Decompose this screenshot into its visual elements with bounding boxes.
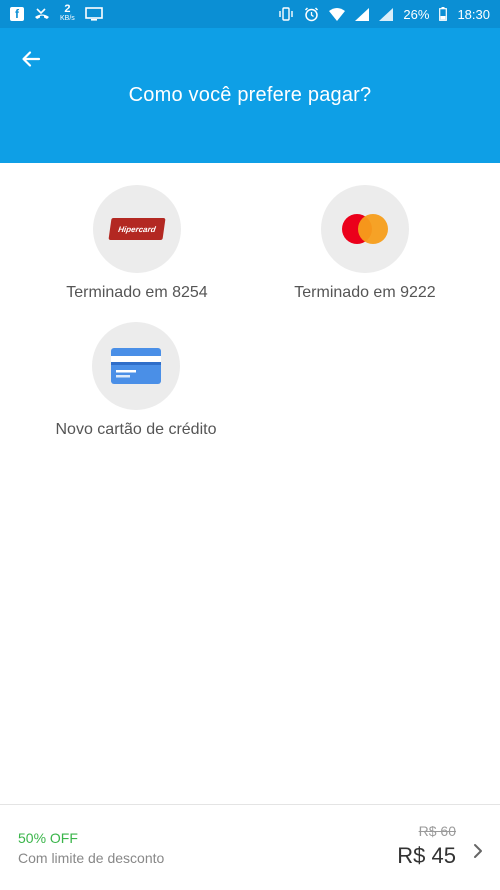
card-label: Terminado em 8254 (66, 284, 208, 301)
status-bar: f 2 KB/s 26% 18:30 (0, 0, 500, 28)
card-icon-circle (321, 185, 409, 273)
mastercard-orange-circle (358, 214, 388, 244)
price-footer[interactable]: 50% OFF Com limite de desconto R$ 60 R$ … (0, 804, 500, 890)
arrow-left-icon (22, 51, 41, 67)
cast-icon (84, 7, 103, 21)
alarm-icon (304, 6, 319, 22)
status-bar-left: f 2 KB/s (10, 3, 103, 23)
chevron-right-icon[interactable] (470, 841, 486, 861)
data-speed-unit: KB/s (60, 15, 75, 22)
data-speed-icon: 2 KB/s (60, 3, 75, 23)
payment-option-mastercard[interactable]: Terminado em 9222 (275, 185, 455, 302)
app-header: Como você prefere pagar? (0, 28, 500, 163)
signal-icon (355, 7, 370, 21)
new-card-label: Novo cartão de crédito (55, 421, 217, 438)
vibrate-icon (278, 7, 294, 21)
old-price: R$ 60 (418, 823, 456, 839)
wifi-icon (329, 7, 346, 21)
data-speed-number: 2 (64, 3, 71, 15)
battery-icon (439, 7, 448, 21)
missed-call-icon (34, 7, 50, 21)
new-price: R$ 45 (397, 843, 456, 868)
clock: 18:30 (457, 6, 490, 22)
credit-card-icon (111, 348, 161, 384)
back-button[interactable] (16, 44, 46, 74)
battery-level: 26% (403, 6, 430, 22)
discount-badge: 50% OFF (18, 830, 78, 846)
card-icon-circle (92, 322, 180, 410)
signal-icon (379, 7, 394, 21)
payment-option-hipercard[interactable]: Hipercard Terminado em 8254 (47, 185, 227, 302)
hipercard-brand-text: Hipercard (117, 224, 157, 234)
card-icon-circle: Hipercard (93, 185, 181, 273)
mastercard-logo (342, 214, 388, 244)
hipercard-logo: Hipercard (108, 218, 166, 240)
status-bar-right: 26% 18:30 (278, 7, 490, 22)
facebook-icon: f (10, 7, 24, 21)
page-title: Como você prefere pagar? (128, 84, 372, 106)
card-label: Terminado em 9222 (294, 284, 436, 301)
payment-option-new-card[interactable]: Novo cartão de crédito (36, 322, 236, 439)
discount-note: Com limite de desconto (18, 850, 165, 866)
